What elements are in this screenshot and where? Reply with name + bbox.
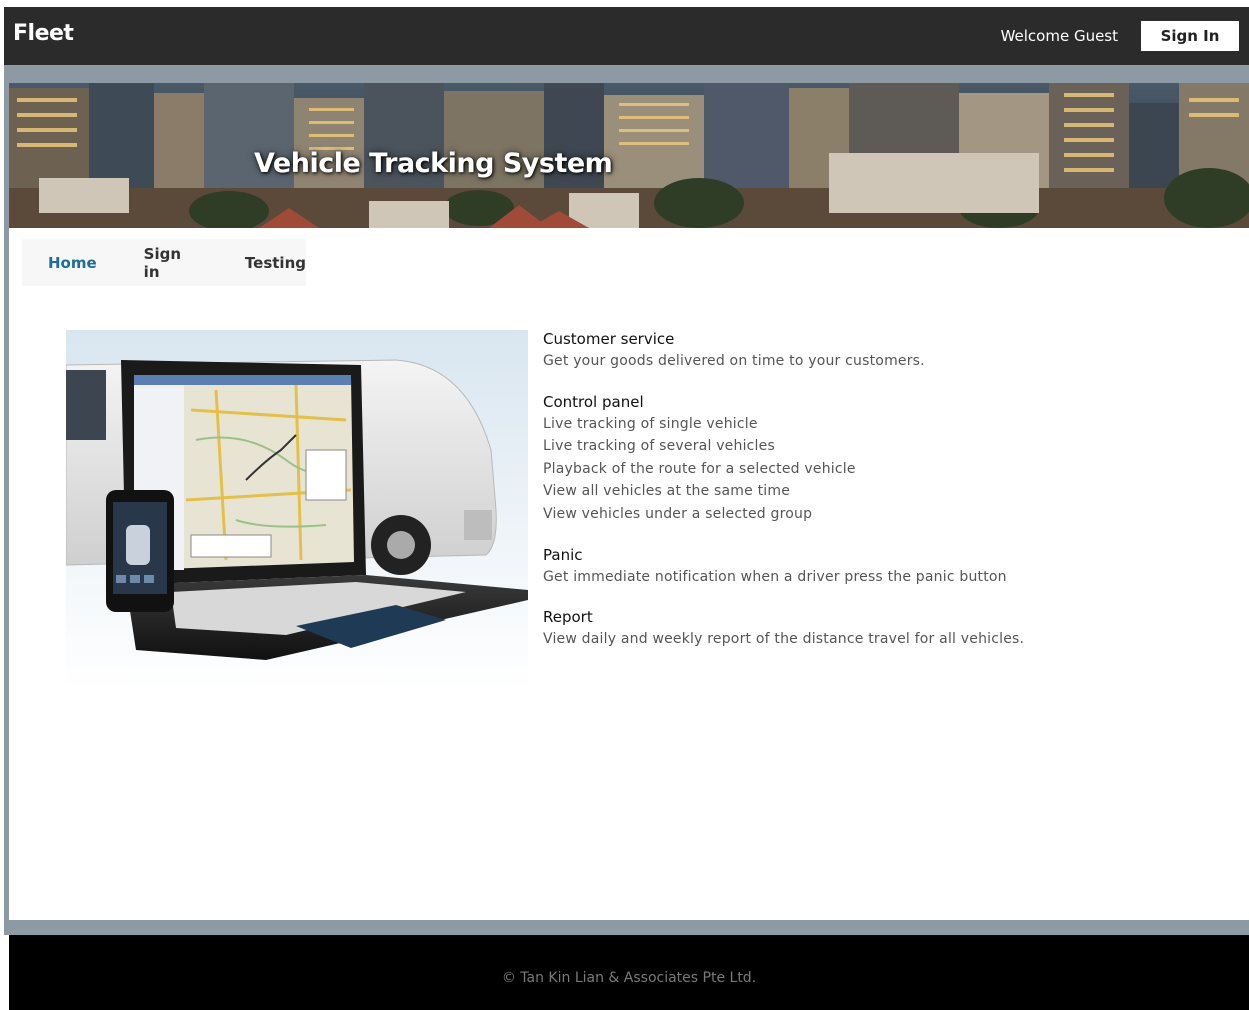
banner-title: Vehicle Tracking System xyxy=(254,148,613,179)
top-bar: Fleet Welcome Guest Sign In xyxy=(4,7,1249,65)
sign-in-button[interactable]: Sign In xyxy=(1141,21,1239,51)
hero-image xyxy=(66,330,528,690)
feature-title: Control panel xyxy=(543,392,644,411)
banner: Vehicle Tracking System xyxy=(9,83,1249,228)
main-nav: Home Sign in Testing xyxy=(22,239,306,286)
feature-line: View vehicles under a selected group xyxy=(543,505,813,522)
welcome-text: Welcome Guest xyxy=(1000,27,1118,45)
nav-item-home[interactable]: Home xyxy=(48,254,97,272)
feature-title: Panic xyxy=(543,545,583,564)
feature-line: Playback of the route for a selected veh… xyxy=(543,460,856,477)
feature-line: Get your goods delivered on time to your… xyxy=(543,353,925,369)
feature-line: Get immediate notification when a driver… xyxy=(543,568,1007,585)
feature-report: Report View daily and weekly report of t… xyxy=(543,606,1223,651)
features-list: Customer service Get your goods delivere… xyxy=(543,328,1223,669)
nav-item-sign-in[interactable]: Sign in xyxy=(144,245,199,281)
page: Fleet Welcome Guest Sign In Vehicle Trac… xyxy=(0,0,1249,1010)
feature-line: View all vehicles at the same time xyxy=(543,483,791,500)
feature-title: Report xyxy=(543,608,593,627)
feature-customer-service: Customer service Get your goods delivere… xyxy=(543,328,1223,373)
feature-line: View daily and weekly report of the dist… xyxy=(543,631,1025,648)
feature-panic: Panic Get immediate notification when a … xyxy=(543,544,1223,589)
feature-title: Customer service xyxy=(543,330,675,348)
footer: © Tan Kin Lian & Associates Pte Ltd. xyxy=(9,935,1249,1010)
city-skyline-image xyxy=(9,83,1249,228)
feature-line: Live tracking of several vehicles xyxy=(543,438,775,455)
feature-control-panel: Control panel Live tracking of single ve… xyxy=(543,391,1223,526)
main-content: Home Sign in Testing Customer service Ge… xyxy=(9,228,1249,920)
copyright-text: © Tan Kin Lian & Associates Pte Ltd. xyxy=(501,970,757,986)
feature-line: Live tracking of single vehicle xyxy=(543,415,758,432)
brand-logo[interactable]: Fleet xyxy=(13,21,74,46)
nav-item-testing[interactable]: Testing xyxy=(245,254,306,272)
